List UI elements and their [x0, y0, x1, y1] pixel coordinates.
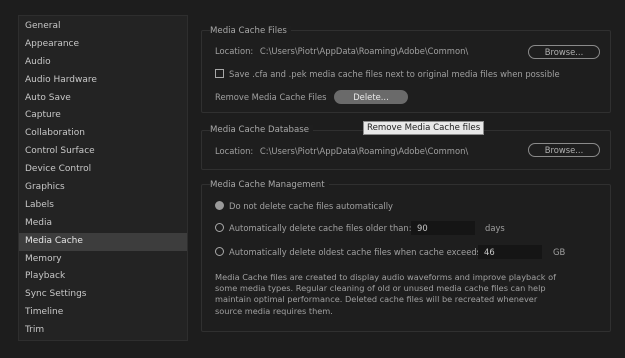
- cache-files-location-value: C:\Users\Piotr\AppData\Roaming\Adobe\Com…: [259, 46, 469, 56]
- cache-database-location-row: Location: C:\Users\Piotr\AppData\Roaming…: [215, 146, 468, 156]
- cache-files-location-row: Location: C:\Users\Piotr\AppData\Roaming…: [215, 46, 468, 56]
- option-older-than-label: Automatically delete cache files older t…: [229, 223, 412, 233]
- media-cache-management-group: Media Cache Management Do not delete cac…: [201, 180, 611, 332]
- cache-size-unit-label: GB: [553, 247, 566, 257]
- option-no-delete-radio[interactable]: [215, 201, 224, 210]
- sidebar-item-memory[interactable]: Memory: [19, 251, 187, 269]
- option-exceeds-radio[interactable]: [215, 247, 224, 256]
- sidebar-item-appearance[interactable]: Appearance: [19, 36, 187, 54]
- media-cache-files-title: Media Cache Files: [210, 26, 291, 36]
- media-cache-database-title: Media Cache Database: [210, 125, 314, 135]
- sidebar-item-audio[interactable]: Audio: [19, 54, 187, 72]
- sidebar-item-trim[interactable]: Trim: [19, 322, 187, 340]
- remove-cache-files-label: Remove Media Cache Files: [215, 92, 327, 102]
- sidebar-item-control-surface[interactable]: Control Surface: [19, 143, 187, 161]
- media-cache-management-title: Media Cache Management: [210, 180, 329, 190]
- sidebar-item-general[interactable]: General: [19, 18, 187, 36]
- save-next-to-media-label: Save .cfa and .pek media cache files nex…: [229, 69, 560, 79]
- save-next-to-media-row[interactable]: Save .cfa and .pek media cache files nex…: [215, 69, 560, 79]
- sidebar-item-collaboration[interactable]: Collaboration: [19, 125, 187, 143]
- sidebar-item-media[interactable]: Media: [19, 215, 187, 233]
- cache-database-location-label: Location:: [215, 146, 254, 156]
- sidebar-item-graphics[interactable]: Graphics: [19, 179, 187, 197]
- cache-database-browse-button[interactable]: Browse...: [528, 143, 600, 157]
- cache-files-browse-button[interactable]: Browse...: [528, 45, 600, 59]
- save-next-to-media-checkbox[interactable]: [215, 69, 224, 78]
- delete-button-tooltip: Remove Media Cache files: [363, 121, 485, 135]
- cache-files-location-label: Location:: [215, 46, 254, 56]
- option-no-delete-row[interactable]: Do not delete cache files automatically: [215, 201, 393, 211]
- sidebar-item-auto-save[interactable]: Auto Save: [19, 90, 187, 108]
- sidebar-item-device-control[interactable]: Device Control: [19, 161, 187, 179]
- sidebar-item-timeline[interactable]: Timeline: [19, 304, 187, 322]
- option-exceeds-row[interactable]: Automatically delete oldest cache files …: [215, 247, 484, 257]
- sidebar-item-playback[interactable]: Playback: [19, 268, 187, 286]
- media-cache-files-group: Media Cache Files Location: C:\Users\Pio…: [201, 26, 611, 113]
- media-cache-database-group: Media Cache Database Location: C:\Users\…: [201, 125, 611, 170]
- sidebar-item-media-cache[interactable]: Media Cache: [19, 232, 187, 251]
- older-than-unit-label: days: [485, 223, 505, 233]
- delete-cache-button[interactable]: Delete...: [334, 90, 408, 104]
- option-exceeds-label: Automatically delete oldest cache files …: [229, 247, 484, 257]
- sidebar-item-audio-hardware[interactable]: Audio Hardware: [19, 72, 187, 90]
- option-no-delete-label: Do not delete cache files automatically: [229, 201, 393, 211]
- option-older-than-radio[interactable]: [215, 223, 224, 232]
- preferences-sidebar: General Appearance Audio Audio Hardware …: [18, 15, 188, 341]
- option-older-than-row[interactable]: Automatically delete cache files older t…: [215, 223, 412, 233]
- cache-management-description: Media Cache files are created to display…: [215, 272, 556, 316]
- older-than-days-input[interactable]: 90: [411, 221, 475, 235]
- cache-size-limit-input[interactable]: 46: [478, 245, 542, 259]
- sidebar-item-labels[interactable]: Labels: [19, 197, 187, 215]
- cache-database-location-value: C:\Users\Piotr\AppData\Roaming\Adobe\Com…: [259, 146, 469, 156]
- sidebar-item-sync-settings[interactable]: Sync Settings: [19, 286, 187, 304]
- sidebar-item-capture[interactable]: Capture: [19, 107, 187, 125]
